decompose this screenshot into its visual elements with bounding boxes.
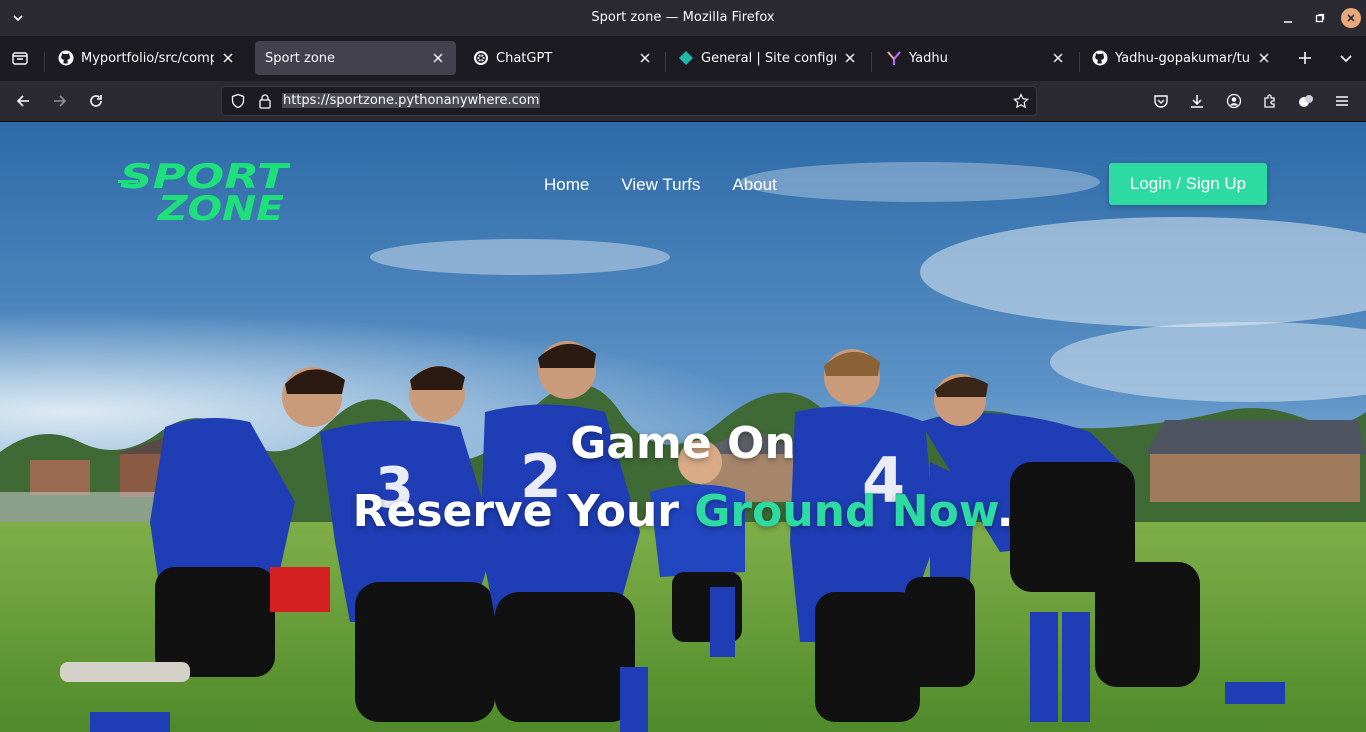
- tab-yadhu-gopakumar-turf[interactable]: Yadhu-gopakumar/turf: [1082, 41, 1282, 75]
- close-tab-icon[interactable]: [637, 50, 653, 66]
- lock-icon[interactable]: [257, 93, 273, 113]
- hero-text-accent: Ground Now: [694, 486, 997, 537]
- y-icon: [886, 50, 902, 66]
- tab-label: Sport zone: [265, 50, 336, 66]
- title-bar: Sport zone — Mozilla Firefox: [0, 0, 1366, 36]
- close-tab-icon[interactable]: [842, 50, 858, 66]
- hamburger-menu-icon[interactable]: [1329, 88, 1355, 114]
- shield-icon[interactable]: [230, 93, 246, 113]
- downloads-icon[interactable]: [1184, 88, 1210, 114]
- tab-label: Yadhu: [909, 50, 948, 66]
- tab-label: Myportfolio/src/compor: [81, 50, 214, 66]
- minimize-button[interactable]: [1278, 8, 1298, 28]
- maximize-button[interactable]: [1310, 8, 1330, 28]
- list-all-tabs-icon[interactable]: [1333, 45, 1359, 71]
- firefox-view-icon[interactable]: [7, 45, 33, 71]
- chatgpt-icon: [473, 50, 489, 66]
- tab-chatgpt[interactable]: ChatGPT: [463, 41, 663, 75]
- close-tab-icon[interactable]: [430, 50, 446, 66]
- tab-myportfolio[interactable]: Myportfolio/src/compor: [48, 41, 246, 75]
- logo-line2: ZONE: [157, 189, 284, 224]
- extensions-icon[interactable]: [1257, 88, 1283, 114]
- url-bar[interactable]: https://sportzone.pythonanywhere.com: [221, 86, 1037, 116]
- tab-yadhu[interactable]: Yadhu: [876, 41, 1076, 75]
- diamond-icon: [678, 50, 694, 66]
- tab-general-site-config[interactable]: General | Site configurat: [668, 41, 868, 75]
- back-button[interactable]: [10, 88, 36, 114]
- github-icon: [58, 50, 74, 66]
- tab-sport-zone[interactable]: Sport zone: [255, 41, 456, 75]
- close-tab-icon[interactable]: [1050, 50, 1066, 66]
- web-page: 3 2 4 SPORT ZONE Home View Turfs About L…: [0, 122, 1366, 732]
- tab-bar: Myportfolio/src/compor Sport zone ChatGP…: [0, 36, 1366, 81]
- navigation-bar: https://sportzone.pythonanywhere.com: [0, 81, 1366, 122]
- github-icon: [1092, 50, 1108, 66]
- sport-zone-logo[interactable]: SPORT ZONE: [118, 158, 290, 224]
- close-tab-icon[interactable]: [1256, 50, 1272, 66]
- hero-text-part1: Reserve Your: [352, 486, 695, 537]
- url-text: https://sportzone.pythonanywhere.com: [282, 93, 541, 108]
- tab-label: ChatGPT: [496, 50, 553, 66]
- window-title: Sport zone — Mozilla Firefox: [591, 10, 775, 25]
- close-tab-icon[interactable]: [220, 50, 236, 66]
- site-nav: Home View Turfs About: [544, 175, 809, 195]
- hero-heading-line1: Game On: [570, 418, 796, 469]
- pocket-icon[interactable]: [1148, 88, 1174, 114]
- hero-heading-line2: Reserve Your Ground Now.: [0, 486, 1366, 537]
- bookmark-star-icon[interactable]: [1013, 93, 1029, 113]
- login-signup-button[interactable]: Login / Sign Up: [1109, 163, 1267, 205]
- nav-view-turfs-link[interactable]: View Turfs: [621, 175, 700, 195]
- nav-about-link[interactable]: About: [732, 175, 776, 195]
- reload-button[interactable]: [83, 88, 109, 114]
- nav-home-link[interactable]: Home: [544, 175, 589, 195]
- account-icon[interactable]: [1221, 88, 1247, 114]
- tab-label: General | Site configurat: [701, 50, 836, 66]
- hero-text-end: .: [996, 486, 1014, 537]
- extension-puzzle-colored-icon[interactable]: [1293, 88, 1319, 114]
- close-window-button[interactable]: [1341, 8, 1361, 28]
- forward-button[interactable]: [47, 88, 73, 114]
- tab-label: Yadhu-gopakumar/turf: [1115, 50, 1250, 66]
- new-tab-button[interactable]: [1292, 45, 1318, 71]
